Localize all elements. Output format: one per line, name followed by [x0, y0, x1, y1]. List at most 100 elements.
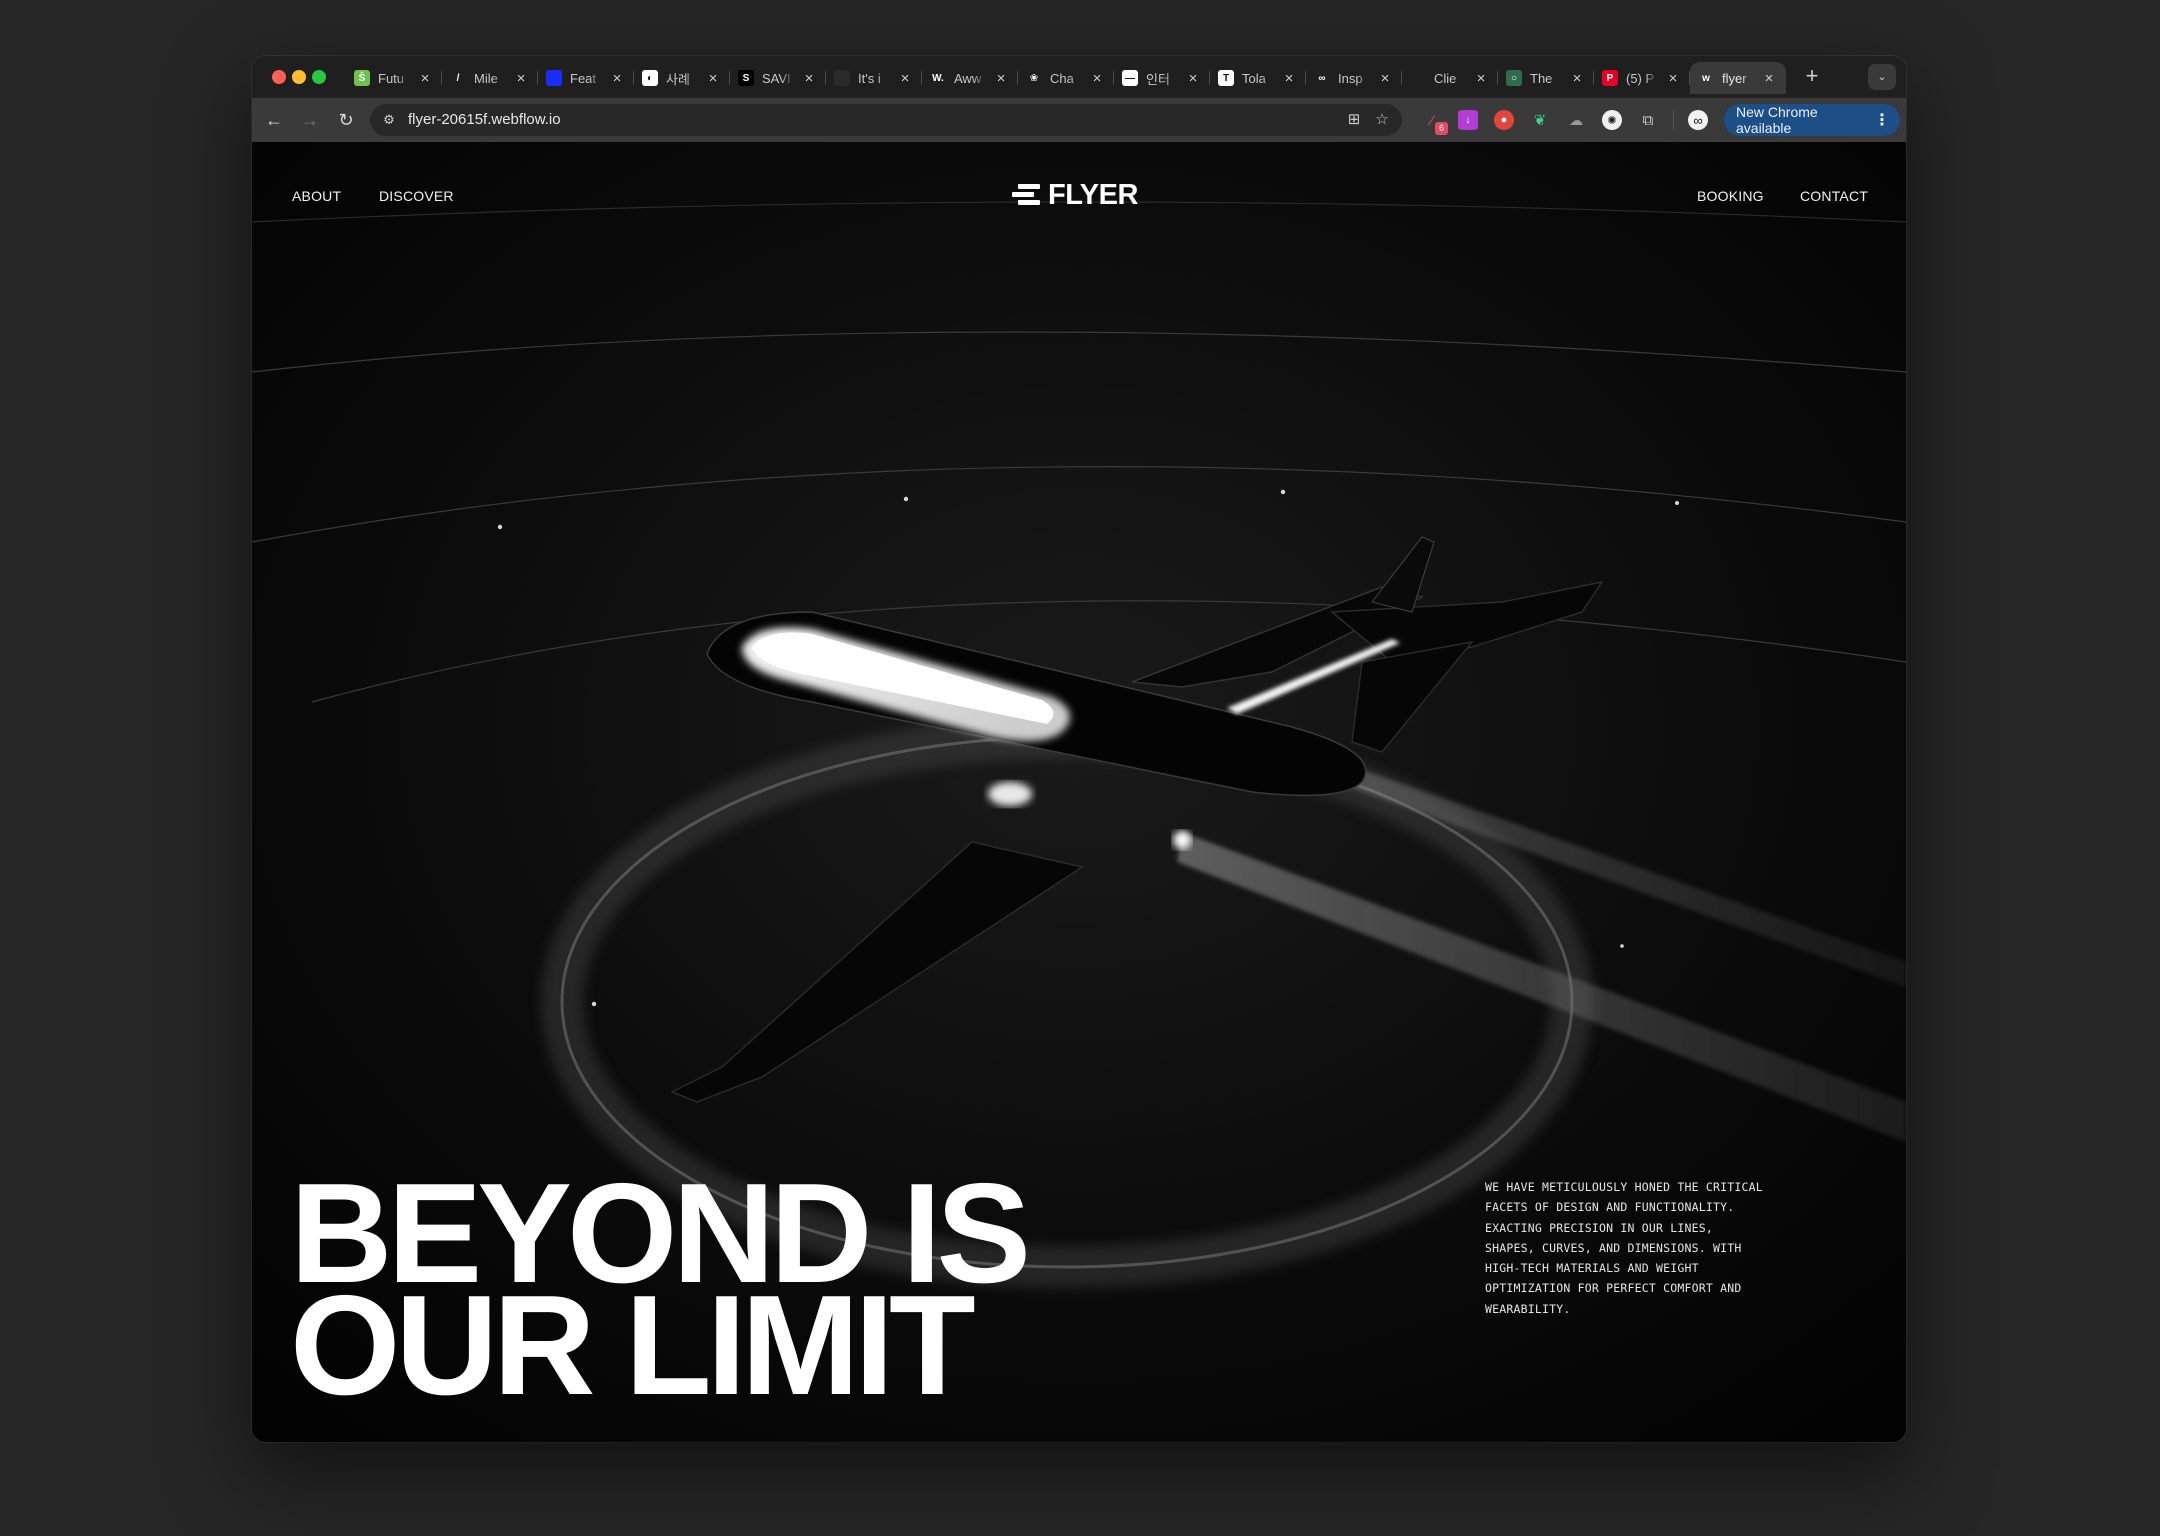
hero-description: WE HAVE METICULOUSLY HONED THE CRITICAL …: [1485, 1177, 1795, 1319]
tab-title: Aww: [954, 70, 982, 86]
flyer-logo[interactable]: FLYER: [1012, 178, 1138, 212]
nav-contact-link[interactable]: CONTACT: [1800, 188, 1868, 204]
description-line: FACETS OF DESIGN AND FUNCTIONALITY.: [1485, 1200, 1735, 1215]
description-line: OPTIMIZATION FOR PERFECT COMFORT AND: [1485, 1281, 1742, 1296]
webpage: ABOUT DISCOVER FLYER BOOKING CONTACT BEY…: [252, 142, 1906, 1442]
nav-about-link[interactable]: ABOUT: [292, 188, 341, 204]
tab-close-icon[interactable]: ×: [896, 70, 914, 87]
tab-close-icon[interactable]: ×: [1088, 70, 1106, 87]
description-line: HIGH-TECH MATERIALS AND WEIGHT: [1485, 1261, 1699, 1276]
new-tab-button[interactable]: +: [1800, 65, 1824, 89]
description-line: SHAPES, CURVES, AND DIMENSIONS. WITH: [1485, 1240, 1742, 1255]
green-circle-icon: ○: [1506, 70, 1522, 86]
minimize-window-button[interactable]: [292, 70, 306, 84]
t-letter-icon: T: [1218, 70, 1234, 86]
tab-title: It's i: [858, 70, 881, 86]
openai-icon: ❀: [1026, 70, 1042, 86]
tab-title: SAVI: [762, 70, 791, 86]
browser-window: Š Futu × / Mile × Feat × ◐ 사례 × S SAVI × It's i × W. Aww ×…: [252, 56, 1906, 1442]
tab-close-icon[interactable]: ×: [800, 70, 818, 87]
tab-title: Feat: [570, 70, 597, 86]
description-line: EXACTING PRECISION IN OUR LINES,: [1485, 1220, 1713, 1235]
profile-avatar[interactable]: ∞: [1688, 110, 1708, 130]
download-extension-icon[interactable]: ↓: [1458, 110, 1478, 130]
nav-booking-link[interactable]: BOOKING: [1697, 188, 1764, 204]
url-text[interactable]: flyer-20615f.webflow.io: [408, 111, 561, 128]
pinterest-icon: P: [1602, 70, 1618, 86]
logo-mark-icon: [1012, 182, 1042, 208]
w-letter-icon: W.: [930, 70, 946, 86]
cloud-extension-icon[interactable]: ☁: [1566, 110, 1586, 130]
dark-dot-icon: [1410, 70, 1426, 86]
browser-tab[interactable]: S SAVI ×: [730, 62, 826, 94]
translate-icon[interactable]: ⊞: [1344, 110, 1364, 130]
tab-title: The: [1530, 70, 1553, 86]
tab-close-icon[interactable]: ×: [1760, 70, 1778, 87]
tab-close-icon[interactable]: ×: [1472, 70, 1490, 87]
tab-close-icon[interactable]: ×: [512, 70, 530, 87]
infinity-icon: ∞: [1314, 70, 1330, 86]
tab-close-icon[interactable]: ×: [416, 70, 434, 87]
s-letter-icon: S: [738, 70, 754, 86]
browser-tab[interactable]: P (5) P ×: [1594, 62, 1690, 94]
browser-tab[interactable]: ○ The ×: [1498, 62, 1594, 94]
hero-headline: BEYOND IS OUR LIMIT: [290, 1163, 1031, 1425]
nav-discover-link[interactable]: DISCOVER: [379, 188, 454, 204]
browser-tab[interactable]: Š Futu ×: [346, 62, 442, 94]
maximize-window-button[interactable]: [312, 70, 326, 84]
close-window-button[interactable]: [272, 70, 286, 84]
toolbar-divider: [1673, 110, 1674, 130]
tab-close-icon[interactable]: ×: [1184, 70, 1202, 87]
green-s-icon: Š: [354, 70, 370, 86]
tab-close-icon[interactable]: ×: [1280, 70, 1298, 87]
tab-close-icon[interactable]: ×: [1568, 70, 1586, 87]
dark-circle-icon: [834, 70, 850, 86]
red-extension-icon[interactable]: ●: [1494, 110, 1514, 130]
browser-tab[interactable]: W. Aww ×: [922, 62, 1018, 94]
address-bar[interactable]: ⚙ flyer-20615f.webflow.io ⊞ ☆: [370, 104, 1402, 136]
browser-tab[interactable]: Clie ×: [1402, 62, 1498, 94]
extension-badge: 6: [1435, 122, 1448, 135]
headline-line-2: OUR LIMIT: [290, 1266, 976, 1425]
browser-tab[interactable]: — 인터 ×: [1114, 62, 1210, 94]
update-label: New Chrome available: [1736, 104, 1818, 136]
tab-list: Š Futu × / Mile × Feat × ◐ 사례 × S SAVI × It's i × W. Aww ×…: [346, 62, 1786, 94]
browser-tab[interactable]: ◐ 사례 ×: [634, 62, 730, 94]
webflow-icon: w: [1698, 70, 1714, 86]
tab-search-button[interactable]: ⌄: [1868, 64, 1896, 90]
circle-extension-icon[interactable]: ✺: [1602, 110, 1622, 130]
tab-close-icon[interactable]: ×: [608, 70, 626, 87]
tab-close-icon[interactable]: ×: [1376, 70, 1394, 87]
tab-title: Mile: [474, 70, 498, 86]
browser-tab[interactable]: It's i ×: [826, 62, 922, 94]
browser-tab[interactable]: T Tola ×: [1210, 62, 1306, 94]
browser-tab[interactable]: w flyer ×: [1690, 62, 1786, 94]
tab-close-icon[interactable]: ×: [992, 70, 1010, 87]
tab-title: 사례: [666, 71, 690, 87]
browser-tab[interactable]: Feat ×: [538, 62, 634, 94]
back-arrow-icon[interactable]: ←: [262, 108, 286, 132]
browser-tab[interactable]: / Mile ×: [442, 62, 538, 94]
tab-close-icon[interactable]: ×: [1664, 70, 1682, 87]
tab-title: Insp: [1338, 70, 1363, 86]
tab-title: Cha: [1050, 70, 1074, 86]
tab-title: Clie: [1434, 70, 1457, 86]
puzzle-extensions-icon[interactable]: ⧉: [1638, 110, 1658, 130]
browser-tab[interactable]: ❀ Cha ×: [1018, 62, 1114, 94]
new-chrome-available-button[interactable]: New Chrome available ⋮: [1724, 104, 1900, 136]
tab-close-icon[interactable]: ×: [704, 70, 722, 87]
bookmark-star-icon[interactable]: ☆: [1372, 110, 1392, 130]
more-menu-icon[interactable]: ⋮: [1874, 110, 1890, 130]
blue-square-icon: [546, 70, 562, 86]
site-info-icon[interactable]: ⚙: [380, 111, 398, 129]
forward-arrow-icon[interactable]: →: [298, 108, 322, 132]
green-extension-icon[interactable]: ❦: [1530, 110, 1550, 130]
tab-strip: Š Futu × / Mile × Feat × ◐ 사례 × S SAVI × It's i × W. Aww ×…: [252, 56, 1906, 98]
tab-title: (5) P: [1626, 70, 1655, 86]
tab-title: 인터: [1146, 71, 1170, 87]
white-box-icon: —: [1122, 70, 1138, 86]
browser-toolbar: ← → ↻ ⚙ flyer-20615f.webflow.io ⊞ ☆ ⁄ 6 …: [252, 98, 1906, 142]
slash-icon: /: [450, 70, 466, 86]
reload-icon[interactable]: ↻: [334, 108, 358, 132]
browser-tab[interactable]: ∞ Insp ×: [1306, 62, 1402, 94]
